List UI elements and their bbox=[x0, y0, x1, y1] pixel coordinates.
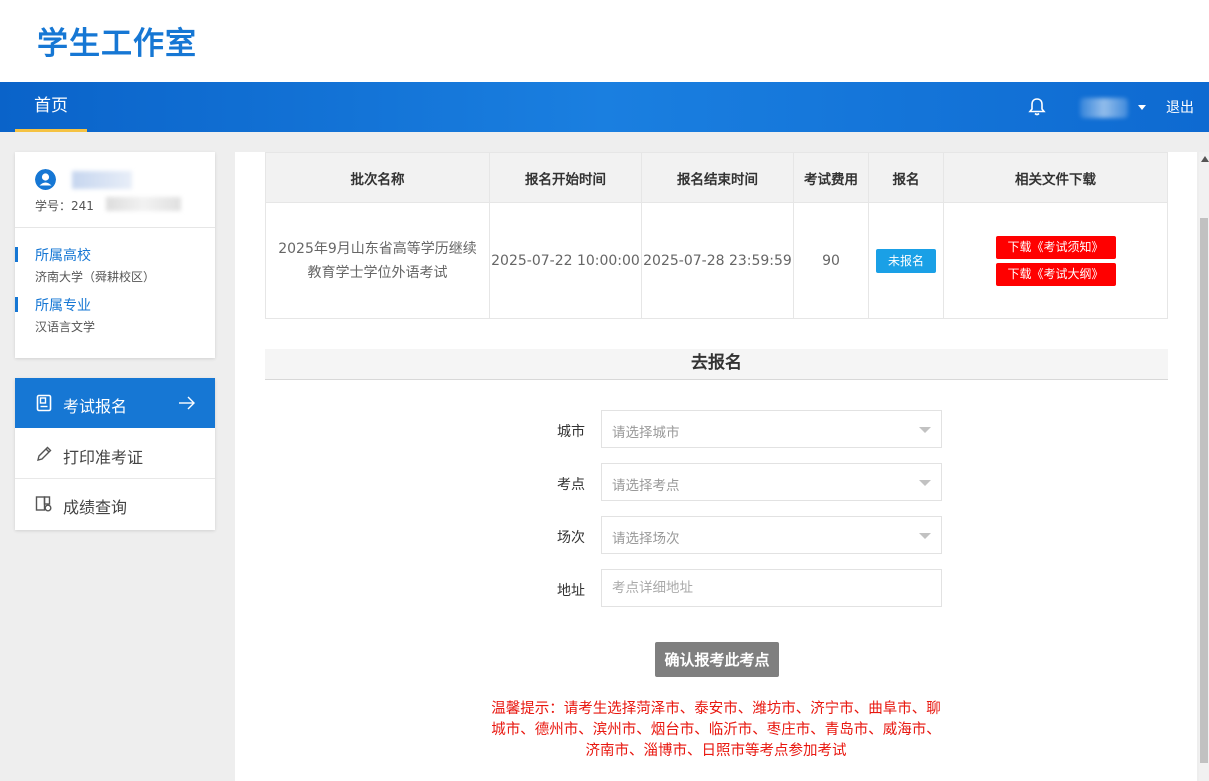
chevron-down-icon bbox=[919, 427, 931, 433]
batch-name: 2025年9月山东省高等学历继续教育学士学位外语考试 bbox=[278, 240, 477, 281]
confirm-register-button[interactable]: 确认报考此考点 bbox=[655, 642, 779, 677]
divider bbox=[15, 227, 215, 228]
column-header: 考试费用 bbox=[793, 152, 869, 203]
batch-table: 批次名称 报名开始时间 报名结束时间 考试费用 报名 相关文件下载 2025年9… bbox=[265, 152, 1168, 319]
downloads-cell: 下载《考试须知》 下载《考试大纲》 bbox=[943, 202, 1168, 319]
site-label: 考点 bbox=[557, 477, 585, 493]
chevron-down-icon bbox=[919, 480, 931, 486]
address-label: 地址 bbox=[557, 583, 585, 599]
user-name-blurred[interactable] bbox=[1080, 98, 1128, 118]
menu-item-print-ticket[interactable]: 打印准考证 bbox=[15, 429, 215, 479]
column-header: 报名结束时间 bbox=[641, 152, 794, 203]
major-accent-bar bbox=[15, 297, 18, 312]
fee-cell: 90 bbox=[793, 202, 869, 319]
main-content: 批次名称 报名开始时间 报名结束时间 考试费用 报名 相关文件下载 2025年9… bbox=[235, 152, 1197, 781]
session-label: 场次 bbox=[557, 530, 585, 546]
logout-link[interactable]: 退出 bbox=[1166, 97, 1194, 117]
exam-register-icon bbox=[36, 394, 52, 412]
chevron-down-icon[interactable] bbox=[1138, 105, 1146, 110]
pencil-icon bbox=[37, 446, 52, 461]
school-label: 所属高校 bbox=[35, 248, 91, 264]
site-placeholder: 请选择考点 bbox=[612, 478, 680, 494]
menu-item-score-query[interactable]: 成绩查询 bbox=[15, 479, 215, 529]
status-badge[interactable]: 未报名 bbox=[876, 248, 936, 273]
side-menu: 考试报名 打印准考证 成绩查询 bbox=[15, 378, 215, 530]
top-header: 学生工作室 bbox=[0, 0, 1209, 82]
nav-home-tab[interactable]: 首页 bbox=[15, 82, 87, 132]
download-syllabus-button[interactable]: 下载《考试大纲》 bbox=[995, 262, 1116, 286]
status-cell: 未报名 bbox=[868, 202, 944, 319]
nav-active-indicator bbox=[15, 129, 87, 132]
student-number-label: 学号：241 bbox=[35, 199, 94, 213]
chevron-down-icon bbox=[919, 533, 931, 539]
student-number-blurred bbox=[106, 197, 181, 211]
arrow-right-icon bbox=[179, 396, 195, 410]
bell-icon[interactable] bbox=[1028, 97, 1046, 117]
session-select[interactable]: 请选择场次 bbox=[601, 516, 942, 554]
section-title: 去报名 bbox=[265, 349, 1168, 380]
score-query-icon bbox=[35, 496, 52, 512]
address-input[interactable] bbox=[601, 569, 942, 607]
download-notice-button[interactable]: 下载《考试须知》 bbox=[995, 235, 1116, 259]
column-header: 批次名称 bbox=[265, 152, 490, 203]
start-time-cell: 2025-07-22 10:00:00 bbox=[489, 202, 642, 319]
profile-card: 学号：241 所属高校 济南大学（舜耕校区） 所属专业 汉语言文学 bbox=[15, 152, 215, 358]
warm-tip: 温馨提示：请考生选择菏泽市、泰安市、潍坊市、济宁市、曲阜市、聊城市、德州市、滨州… bbox=[491, 701, 941, 759]
city-placeholder: 请选择城市 bbox=[612, 425, 680, 441]
session-placeholder: 请选择场次 bbox=[612, 531, 680, 547]
column-header: 报名开始时间 bbox=[489, 152, 642, 203]
avatar-icon bbox=[35, 169, 56, 190]
student-name-blurred bbox=[72, 171, 132, 189]
batch-name-cell: 2025年9月山东省高等学历继续教育学士学位外语考试 bbox=[265, 202, 490, 319]
nav-bar: 首页 退出 bbox=[0, 82, 1209, 132]
major-label: 所属专业 bbox=[35, 298, 91, 314]
menu-item-exam-register[interactable]: 考试报名 bbox=[15, 378, 215, 428]
major-value: 汉语言文学 bbox=[35, 320, 96, 334]
end-time-cell: 2025-07-28 23:59:59 bbox=[641, 202, 794, 319]
site-select[interactable]: 请选择考点 bbox=[601, 463, 942, 501]
school-value: 济南大学（舜耕校区） bbox=[35, 270, 156, 284]
column-header: 报名 bbox=[868, 152, 944, 203]
site-logo[interactable]: 学生工作室 bbox=[37, 18, 197, 63]
city-label: 城市 bbox=[557, 424, 585, 440]
scrollbar-thumb[interactable] bbox=[1200, 218, 1208, 763]
column-header: 相关文件下载 bbox=[943, 152, 1168, 203]
school-accent-bar bbox=[15, 247, 18, 262]
city-select[interactable]: 请选择城市 bbox=[601, 410, 942, 448]
menu-label: 考试报名 bbox=[63, 397, 128, 416]
menu-label: 打印准考证 bbox=[63, 448, 144, 467]
scroll-up-arrow-icon[interactable] bbox=[1201, 156, 1209, 162]
menu-label: 成绩查询 bbox=[63, 498, 128, 517]
table-header-row: 批次名称 报名开始时间 报名结束时间 考试费用 报名 相关文件下载 bbox=[265, 152, 1168, 203]
table-row: 2025年9月山东省高等学历继续教育学士学位外语考试 2025-07-22 10… bbox=[265, 202, 1168, 319]
